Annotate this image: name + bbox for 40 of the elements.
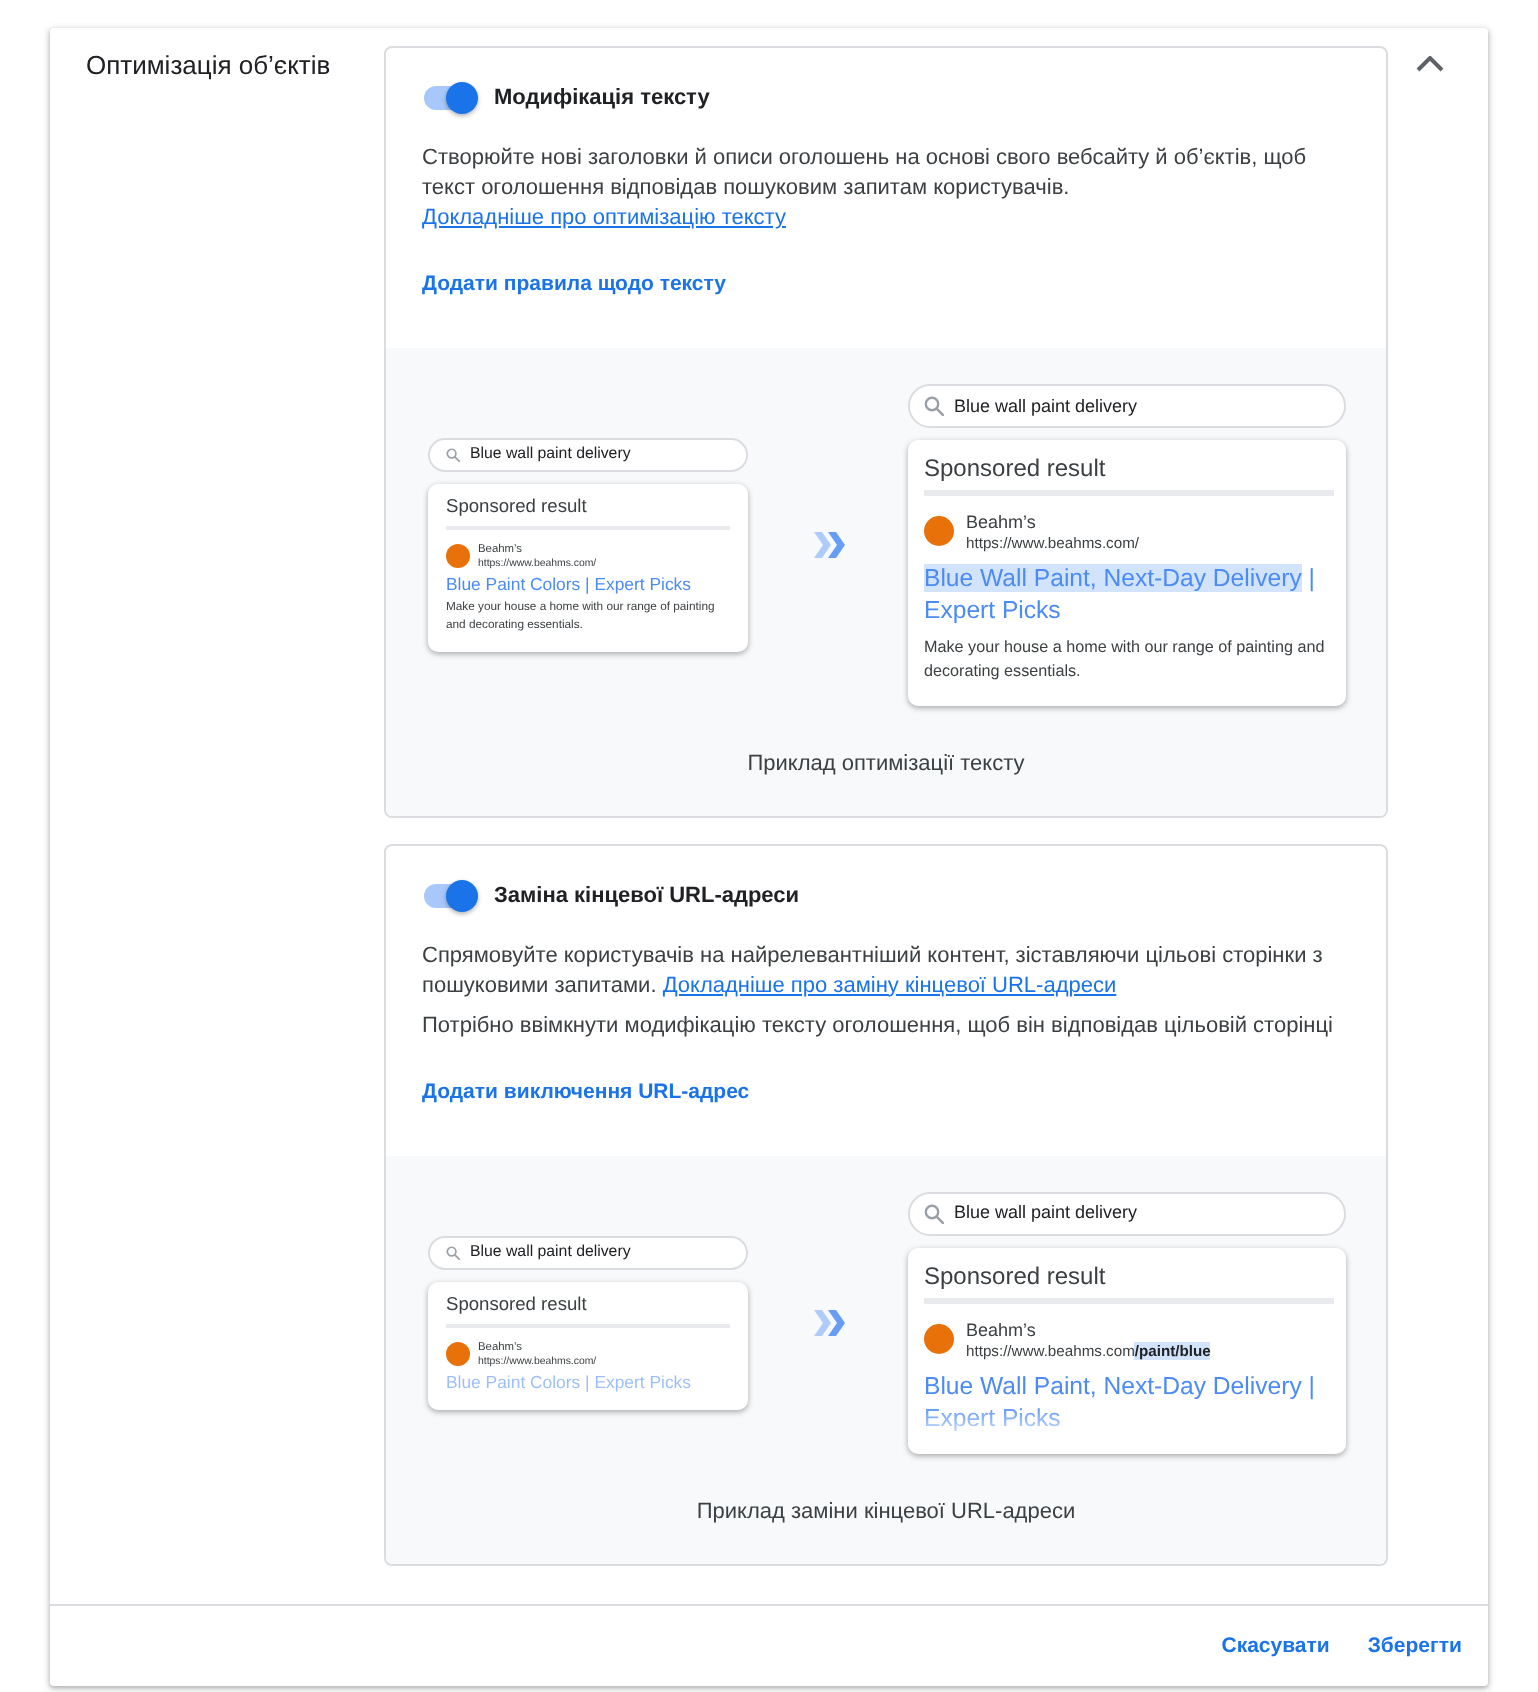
search-icon [924, 1203, 944, 1224]
save-button[interactable]: Зберегти [1351, 1618, 1478, 1675]
learn-more-link[interactable]: Докладніше про заміну кінцевої URL-адреси [662, 973, 1117, 998]
toggle-switch[interactable] [422, 879, 478, 912]
ad-headline: Blue Paint Colors | Expert Picks [446, 1372, 691, 1395]
chevron-up-icon[interactable] [1416, 56, 1444, 72]
action-link[interactable]: Додати правила щодо тексту [422, 268, 727, 300]
result-heading: Sponsored result [446, 1291, 587, 1316]
option-description: Створюйте нові заголовки й описи оголошень на основі свого вебсайту й об’єктів, щоб текст оголошення відповідав пошуковим запитам користувачів. Докладніше про оптимізацію тексту [422, 144, 1309, 234]
section-title: Оптимізація об’єктів [86, 48, 331, 84]
ad-headline: Blue Paint Colors | Expert Picks [446, 574, 691, 597]
ad-headline: Blue Wall Paint, Next-Day Delivery | Expert Picks [924, 1369, 1317, 1434]
search-query: Blue wall paint delivery [954, 1204, 1138, 1223]
dot-icon [446, 544, 470, 569]
option-title: Модифікація тексту [494, 84, 710, 114]
search-icon [446, 1245, 460, 1260]
result-heading: Sponsored result [446, 493, 587, 518]
search-icon [924, 396, 944, 416]
double-chevron-icon [814, 1309, 846, 1336]
search-icon [446, 447, 460, 462]
cancel-button[interactable]: Скасувати [1205, 1618, 1346, 1675]
action-link[interactable]: Додати виключення URL-адрес [422, 1075, 750, 1108]
toggle-switch[interactable] [422, 82, 478, 114]
search-query: Blue wall paint delivery [954, 397, 1138, 415]
learn-more-link[interactable]: Докладніше про оптимізацію тексту [422, 206, 786, 230]
example-caption: Приклад заміни кінцевої URL-адреси [696, 1498, 1076, 1529]
advertiser-name: Beahm’s [966, 1317, 1036, 1342]
ad-description: Make your house a home with our range of painting and decorating essentials. [924, 635, 1327, 684]
example-caption: Приклад оптимізації тексту [747, 749, 1025, 780]
dot-icon [924, 1323, 954, 1354]
requirement-note: Потрібно ввімкнути модифікацію тексту оголошення, щоб він відповідав цільовій сторінці [422, 1011, 1335, 1042]
dot-icon [924, 516, 954, 546]
result-heading: Sponsored result [924, 1259, 1106, 1292]
ad-headline: Blue Wall Paint, Next-Day Delivery | Expert Picks [924, 562, 1317, 626]
option-title: Заміна кінцевої URL-адреси [494, 881, 800, 912]
advertiser-name: Beahm’s [966, 510, 1036, 534]
double-chevron-icon [814, 531, 846, 558]
option-description: Спрямовуйте користувачів на найрелевантніший контент, зіставляючи цільові сторінки з пошуковими запитами. Докладніше про заміну кінцевої URL-адреси [422, 941, 1325, 1002]
dot-icon [446, 1342, 470, 1367]
result-heading: Sponsored result [924, 452, 1106, 484]
